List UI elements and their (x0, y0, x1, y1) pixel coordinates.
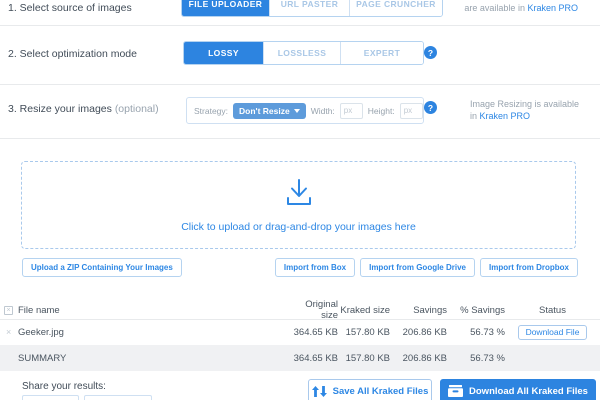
divider (0, 84, 600, 85)
remove-all-files-button[interactable]: × (4, 306, 13, 315)
width-label: Width: (311, 106, 335, 116)
width-input[interactable] (340, 103, 363, 119)
remove-file-button[interactable]: × (6, 327, 11, 337)
height-input[interactable] (400, 103, 423, 119)
col-header-kraked-size: Kraked size (338, 305, 390, 316)
table-row: × Geeker.jpg 364.65 KB 157.80 KB 206.86 … (0, 322, 600, 342)
save-all-kraked-files-button[interactable]: Save All Kraked Files (308, 379, 432, 400)
resize-section-label: 3. Resize your images (optional) (8, 103, 159, 115)
mode-section-label: 2. Select optimization mode (8, 48, 137, 60)
share-button[interactable] (22, 395, 79, 400)
download-all-label: Download All Kraked Files (469, 386, 588, 397)
tab-file-uploader[interactable]: FILE UPLOADER (182, 0, 269, 16)
col-header-original-size: Original size (288, 299, 338, 321)
col-header-file-name: File name (18, 305, 288, 316)
tab-expert[interactable]: EXPERT (340, 42, 423, 64)
summary-original-size: 364.65 KB (288, 353, 338, 364)
results-table-header: × File name Original size Kraked size Sa… (0, 299, 600, 315)
upload-dropzone[interactable]: Click to upload or drag-and-drop your im… (21, 161, 576, 249)
divider (0, 138, 600, 139)
kraken-pro-link[interactable]: Kraken PRO (480, 111, 531, 121)
resize-help-icon[interactable]: ? (424, 101, 437, 114)
source-pro-note-text: are available in (464, 3, 525, 13)
strategy-dropdown-value: Don't Resize (239, 106, 290, 116)
upload-zip-button[interactable]: Upload a ZIP Containing Your Images (22, 258, 182, 277)
summary-kraked-size: 157.80 KB (338, 353, 390, 364)
cell-kraked-size: 157.80 KB (338, 327, 390, 338)
mode-help-icon[interactable]: ? (424, 46, 437, 59)
archive-box-icon (448, 385, 463, 397)
import-box-button[interactable]: Import from Box (275, 258, 355, 277)
source-section-label: 1. Select source of images (8, 2, 132, 14)
summary-row: SUMMARY 364.65 KB 157.80 KB 206.86 KB 56… (0, 345, 600, 371)
kraken-pro-link[interactable]: Kraken PRO (527, 3, 578, 13)
cell-pct-savings: 56.73 % (447, 327, 505, 338)
resize-controls: Strategy: Don't Resize Width: Height: (186, 97, 424, 124)
cell-file-name: Geeker.jpg (18, 327, 288, 338)
kraken-optimizer-page: 1. Select source of images FILE UPLOADER… (0, 0, 600, 400)
import-dropbox-button[interactable]: Import from Dropbox (480, 258, 578, 277)
strategy-label: Strategy: (194, 106, 228, 116)
share-button[interactable] (84, 395, 152, 400)
col-header-pct-savings: % Savings (447, 305, 505, 316)
tab-page-cruncher[interactable]: PAGE CRUNCHER (349, 0, 442, 16)
share-results-label: Share your results: (22, 381, 106, 392)
cell-savings: 206.86 KB (390, 327, 447, 338)
mode-segmented-control: LOSSY LOSSLESS EXPERT (183, 41, 424, 65)
save-all-label: Save All Kraked Files (333, 386, 429, 397)
tab-url-paster[interactable]: URL PASTER (269, 0, 349, 16)
resize-label-optional: (optional) (115, 103, 159, 115)
source-segmented-control: FILE UPLOADER URL PASTER PAGE CRUNCHER (181, 0, 443, 17)
download-arrow-icon (281, 178, 317, 212)
divider (0, 319, 600, 320)
col-header-status: Status (505, 305, 600, 316)
tab-lossless[interactable]: LOSSLESS (263, 42, 340, 64)
col-header-savings: Savings (390, 305, 447, 316)
tab-lossy[interactable]: LOSSY (184, 42, 263, 64)
save-arrows-icon (312, 386, 327, 397)
strategy-dropdown[interactable]: Don't Resize (233, 103, 306, 119)
download-all-kraked-files-button[interactable]: Download All Kraked Files (440, 379, 596, 400)
cell-original-size: 364.65 KB (288, 327, 338, 338)
resize-pro-note: Image Resizing is available in Kraken PR… (470, 98, 580, 122)
summary-label: SUMMARY (18, 353, 288, 364)
summary-savings: 206.86 KB (390, 353, 447, 364)
divider (0, 25, 600, 26)
summary-pct-savings: 56.73 % (447, 353, 505, 364)
resize-label-text: 3. Resize your images (8, 103, 112, 115)
source-pro-note: are available in Kraken PRO (455, 2, 578, 14)
import-buttons: Import from Box Import from Google Drive… (275, 258, 578, 277)
download-file-button[interactable]: Download File (518, 325, 588, 340)
dropzone-text: Click to upload or drag-and-drop your im… (181, 221, 416, 233)
chevron-down-icon (294, 109, 300, 113)
import-google-drive-button[interactable]: Import from Google Drive (360, 258, 475, 277)
height-label: Height: (368, 106, 395, 116)
